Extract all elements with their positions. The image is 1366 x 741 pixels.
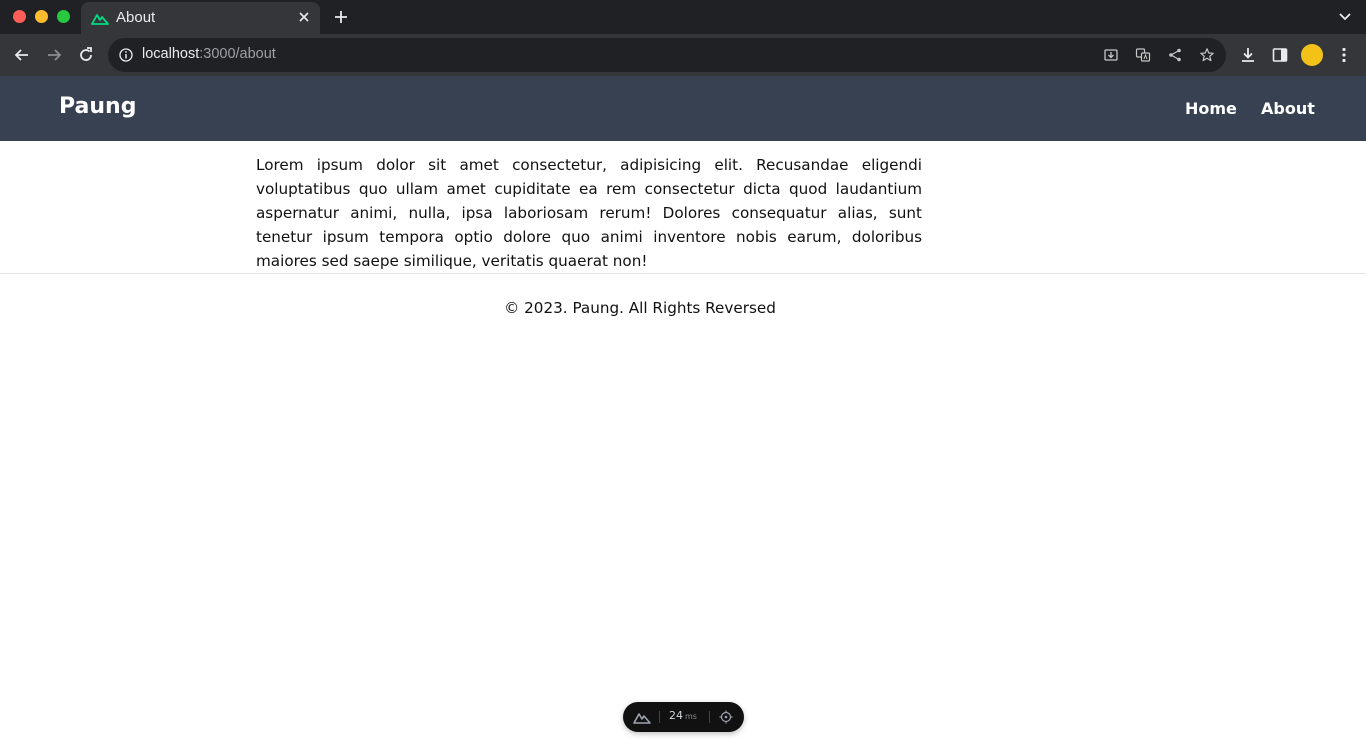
devtools-separator — [659, 711, 660, 723]
site-info-icon[interactable] — [119, 48, 133, 62]
browser-tab-strip: About — [0, 0, 1366, 34]
nav-link-home[interactable]: Home — [1185, 99, 1237, 118]
devtools-separator — [709, 711, 710, 723]
browser-toolbar: localhost:3000/about — [0, 34, 1366, 76]
inspect-target-icon[interactable] — [719, 710, 733, 724]
translate-icon[interactable] — [1135, 47, 1151, 63]
download-icon[interactable] — [1239, 46, 1257, 64]
maximize-window-button[interactable] — [57, 10, 70, 23]
new-tab-icon[interactable] — [333, 9, 349, 25]
side-panel-icon[interactable] — [1271, 46, 1289, 64]
footer-divider — [0, 273, 1366, 274]
brand-logo[interactable]: Paung — [59, 94, 136, 119]
share-icon[interactable] — [1167, 47, 1183, 63]
about-paragraph: Lorem ipsum dolor sit amet consectetur, … — [256, 156, 922, 270]
minimize-window-button[interactable] — [35, 10, 48, 23]
nuxt-devtools-bar[interactable]: 24 ms — [623, 702, 744, 732]
more-menu-icon[interactable] — [1335, 46, 1353, 64]
nuxt-devtools-icon[interactable] — [633, 711, 651, 724]
url-path: :3000/about — [199, 46, 276, 62]
render-time-value: 24 — [669, 709, 683, 722]
url-host: localhost — [142, 46, 200, 62]
footer-copyright: © 2023. Paung. All Rights Reversed — [504, 299, 776, 317]
chevron-down-icon[interactable] — [1338, 11, 1352, 23]
site-header: Paung Home About — [0, 76, 1366, 141]
close-window-button[interactable] — [13, 10, 26, 23]
bookmark-star-icon[interactable] — [1199, 47, 1215, 63]
url-text: localhost:3000/about — [142, 46, 276, 62]
install-app-icon[interactable] — [1103, 47, 1119, 63]
render-time: 24 ms — [669, 709, 697, 722]
close-tab-icon[interactable] — [297, 10, 311, 24]
profile-avatar[interactable] — [1301, 44, 1323, 66]
tab-title: About — [116, 9, 156, 26]
nav-link-about[interactable]: About — [1261, 99, 1315, 118]
render-time-unit: ms — [685, 712, 697, 721]
forward-arrow-icon[interactable] — [45, 46, 63, 64]
nuxt-icon — [91, 14, 109, 25]
tab-about[interactable]: About — [81, 2, 320, 34]
back-arrow-icon[interactable] — [13, 46, 31, 64]
reload-icon[interactable] — [77, 46, 95, 64]
address-bar[interactable]: localhost:3000/about — [108, 38, 1226, 72]
